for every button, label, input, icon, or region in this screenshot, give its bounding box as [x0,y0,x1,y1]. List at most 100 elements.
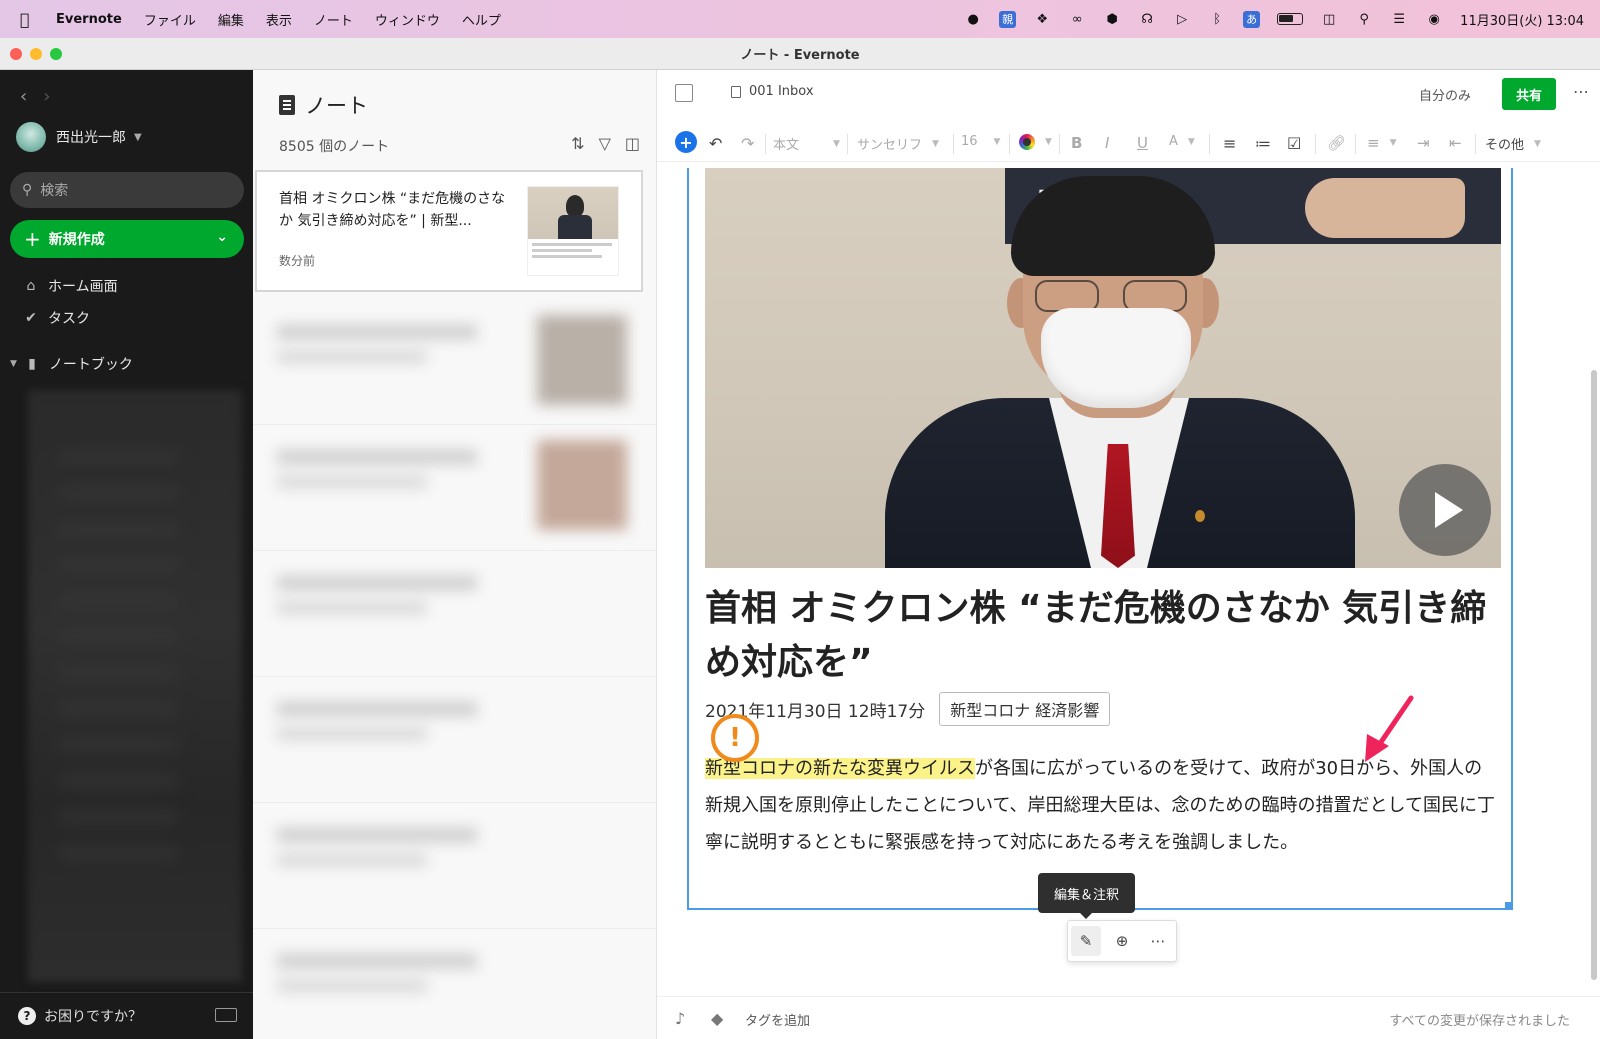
formatting-toolbar: + ↶ ↷ 本文 ▼ サンセリフ ▼ 16 ▼ ▼ B I U A ▼ ≡ ≔ ☑ 🔗︎… [657,122,1600,162]
reminder-bell-icon[interactable]: ♪ [675,1009,685,1028]
article-headline: 首相 オミクロン株 “まだ危機のさなか 気引き締め対応を” [705,588,1487,683]
undo-icon[interactable]: ↶ [709,134,722,153]
highlight-icon[interactable]: A ▼ [1169,134,1195,149]
text-style-select[interactable]: 本文 ▼ [773,134,843,153]
menu-help[interactable]: ヘルプ [462,10,501,29]
sidebar-item-label: タスク [48,311,90,327]
apple-menu-icon[interactable]:  [20,10,38,29]
layout-icon[interactable]: ◫ [625,134,640,153]
notebook-icon: ▮ [28,356,36,372]
airplay-icon[interactable]: ◫ [1320,11,1338,27]
underline-icon[interactable]: U [1137,134,1148,152]
sidebar-item-label: ノートブック [48,357,133,373]
expand-icon[interactable] [675,84,693,102]
note-list: ノート 8505 個のノート ⇅ ▽ ◫ 首相 オミクロン株 “まだ危機のさなか… [253,70,657,1039]
sidebar-item-notebooks[interactable]: ▼ ▮ ノートブック [10,354,220,374]
list-item[interactable] [277,315,627,415]
more-format-select[interactable]: その他 ▼ [1485,134,1541,153]
list-item[interactable] [277,692,627,792]
filter-icon[interactable]: ▽ [599,134,611,153]
font-size-select[interactable]: 16 ▼ [961,134,1000,149]
search-input[interactable]: ⚲ 検索 [10,172,244,208]
siri-icon[interactable]: ◉ [1425,11,1443,27]
zoom-window-button[interactable] [50,48,62,60]
numbered-list-icon[interactable]: ≔ [1255,134,1271,153]
list-item[interactable] [277,566,627,666]
shield-app-icon[interactable]: ⬢ [1103,11,1121,27]
indent-icon[interactable]: ⇥ [1417,134,1430,152]
tooltip: 編集＆注釈 [1038,873,1136,919]
sidebar: ‹ › 西出光一郎 ▼ ⚲ 検索 + 新規作成 ⌄ ⌂ ホーム画面 ✔ タスク … [0,70,253,1039]
note-card-selected[interactable]: 首相 オミクロン株 “まだ危機のさなか 気引き締め対応を” | 新型... 数分… [255,170,643,292]
menu-file[interactable]: ファイル [144,10,196,29]
help-link[interactable]: ? お困りですか？ [0,992,253,1039]
highlighted-text: 新型コロナの新たな変異ウイルス [705,758,975,779]
sidebar-item-home[interactable]: ⌂ ホーム画面 [22,276,232,296]
menu-note[interactable]: ノート [314,10,353,29]
check-circle-icon: ✔ [25,310,37,326]
sort-icon[interactable]: ⇅ [571,134,584,153]
color-wheel-icon [1019,134,1035,150]
font-select[interactable]: サンセリフ ▼ [857,134,939,153]
text-color-select[interactable]: ▼ [1019,134,1052,150]
caret-down-icon[interactable]: ▼ [10,359,17,369]
editor-scrollbar[interactable] [1591,370,1597,980]
note-editor: 001 Inbox 自分のみ 共有 ⋯ + ↶ ↷ 本文 ▼ サンセリフ ▼ 16 ▼… [657,70,1600,1039]
bluetooth-icon[interactable]: ᛒ [1208,11,1226,27]
spotlight-search-icon[interactable]: ⚲ [1355,11,1373,27]
keyboard-icon[interactable] [215,1008,237,1022]
play-icon[interactable] [1399,464,1491,556]
notebook-selector[interactable]: 001 Inbox [731,84,814,99]
headphones-icon[interactable]: ☊ [1138,11,1156,27]
redo-icon[interactable]: ↷ [741,134,754,153]
menu-app-name[interactable]: Evernote [56,12,122,27]
article-tag[interactable]: 新型コロナ 経済影響 [939,692,1111,726]
more-options-icon[interactable]: ⋯ [1143,926,1173,956]
bold-icon[interactable]: B [1071,134,1082,152]
evernote-elephant-icon[interactable]: ● [964,11,982,27]
menubar-clock[interactable]: 11月30日(火) 13:04 [1460,10,1584,29]
list-item[interactable] [277,944,627,1039]
checklist-icon[interactable]: ☑ [1287,134,1301,153]
note-card-time: 数分前 [279,254,316,268]
dropbox-icon[interactable]: ❖ [1033,11,1051,27]
forward-arrow-icon[interactable]: › [43,86,50,107]
italic-icon[interactable]: I [1105,134,1109,152]
creative-cloud-icon[interactable]: ∞ [1068,11,1086,27]
outdent-icon[interactable]: ⇤ [1449,134,1462,152]
chevron-down-icon[interactable]: ⌄ [216,229,228,245]
close-window-button[interactable] [10,48,22,60]
account-menu[interactable]: 西出光一郎 ▼ [16,122,142,152]
share-button[interactable]: 共有 [1502,78,1556,110]
add-tag-input[interactable]: タグを追加 [745,1010,810,1029]
minimize-window-button[interactable] [30,48,42,60]
back-arrow-icon[interactable]: ‹ [20,86,27,107]
insert-plus-button[interactable]: + [675,131,697,153]
control-center-icon[interactable]: ☰ [1390,11,1408,27]
battery-icon[interactable] [1277,13,1304,25]
video-thumbnail[interactable]: 民党 [705,168,1501,568]
warning-icon[interactable]: ! [711,714,759,762]
menu-window[interactable]: ウィンドウ [375,10,440,29]
window-controls [10,48,62,60]
zoom-in-icon[interactable]: ⊕ [1107,926,1137,956]
visibility-label[interactable]: 自分のみ [1419,85,1471,104]
bullet-list-icon[interactable]: ≡ [1223,134,1236,153]
ime-parent-icon[interactable]: 親 [999,10,1017,28]
more-options-icon[interactable]: ⋯ [1573,82,1590,101]
editor-footer: ♪ ◆ タグを追加 すべての変更が保存されました [657,996,1600,1039]
menu-view[interactable]: 表示 [266,10,292,29]
new-note-button[interactable]: + 新規作成 ⌄ [10,220,244,258]
play-circle-icon[interactable]: ▷ [1173,11,1191,27]
sidebar-item-tasks[interactable]: ✔ タスク [22,308,232,328]
ime-kana-icon[interactable]: あ [1243,10,1261,28]
list-item[interactable] [277,440,627,540]
menu-edit[interactable]: 編集 [218,10,244,29]
selected-clip-frame[interactable]: 民党 首相 オミクロン株 “まだ危機のさなか 気引き締め対応を” 2021年11… [687,168,1513,910]
resize-handle[interactable] [1505,902,1511,908]
link-icon[interactable]: 🔗︎ [1327,134,1346,152]
align-icon[interactable]: ≡ ▼ [1367,134,1397,152]
list-item[interactable] [277,818,627,918]
edit-annotate-icon[interactable]: ✎ [1071,926,1101,956]
tag-icon[interactable]: ◆ [711,1009,723,1028]
